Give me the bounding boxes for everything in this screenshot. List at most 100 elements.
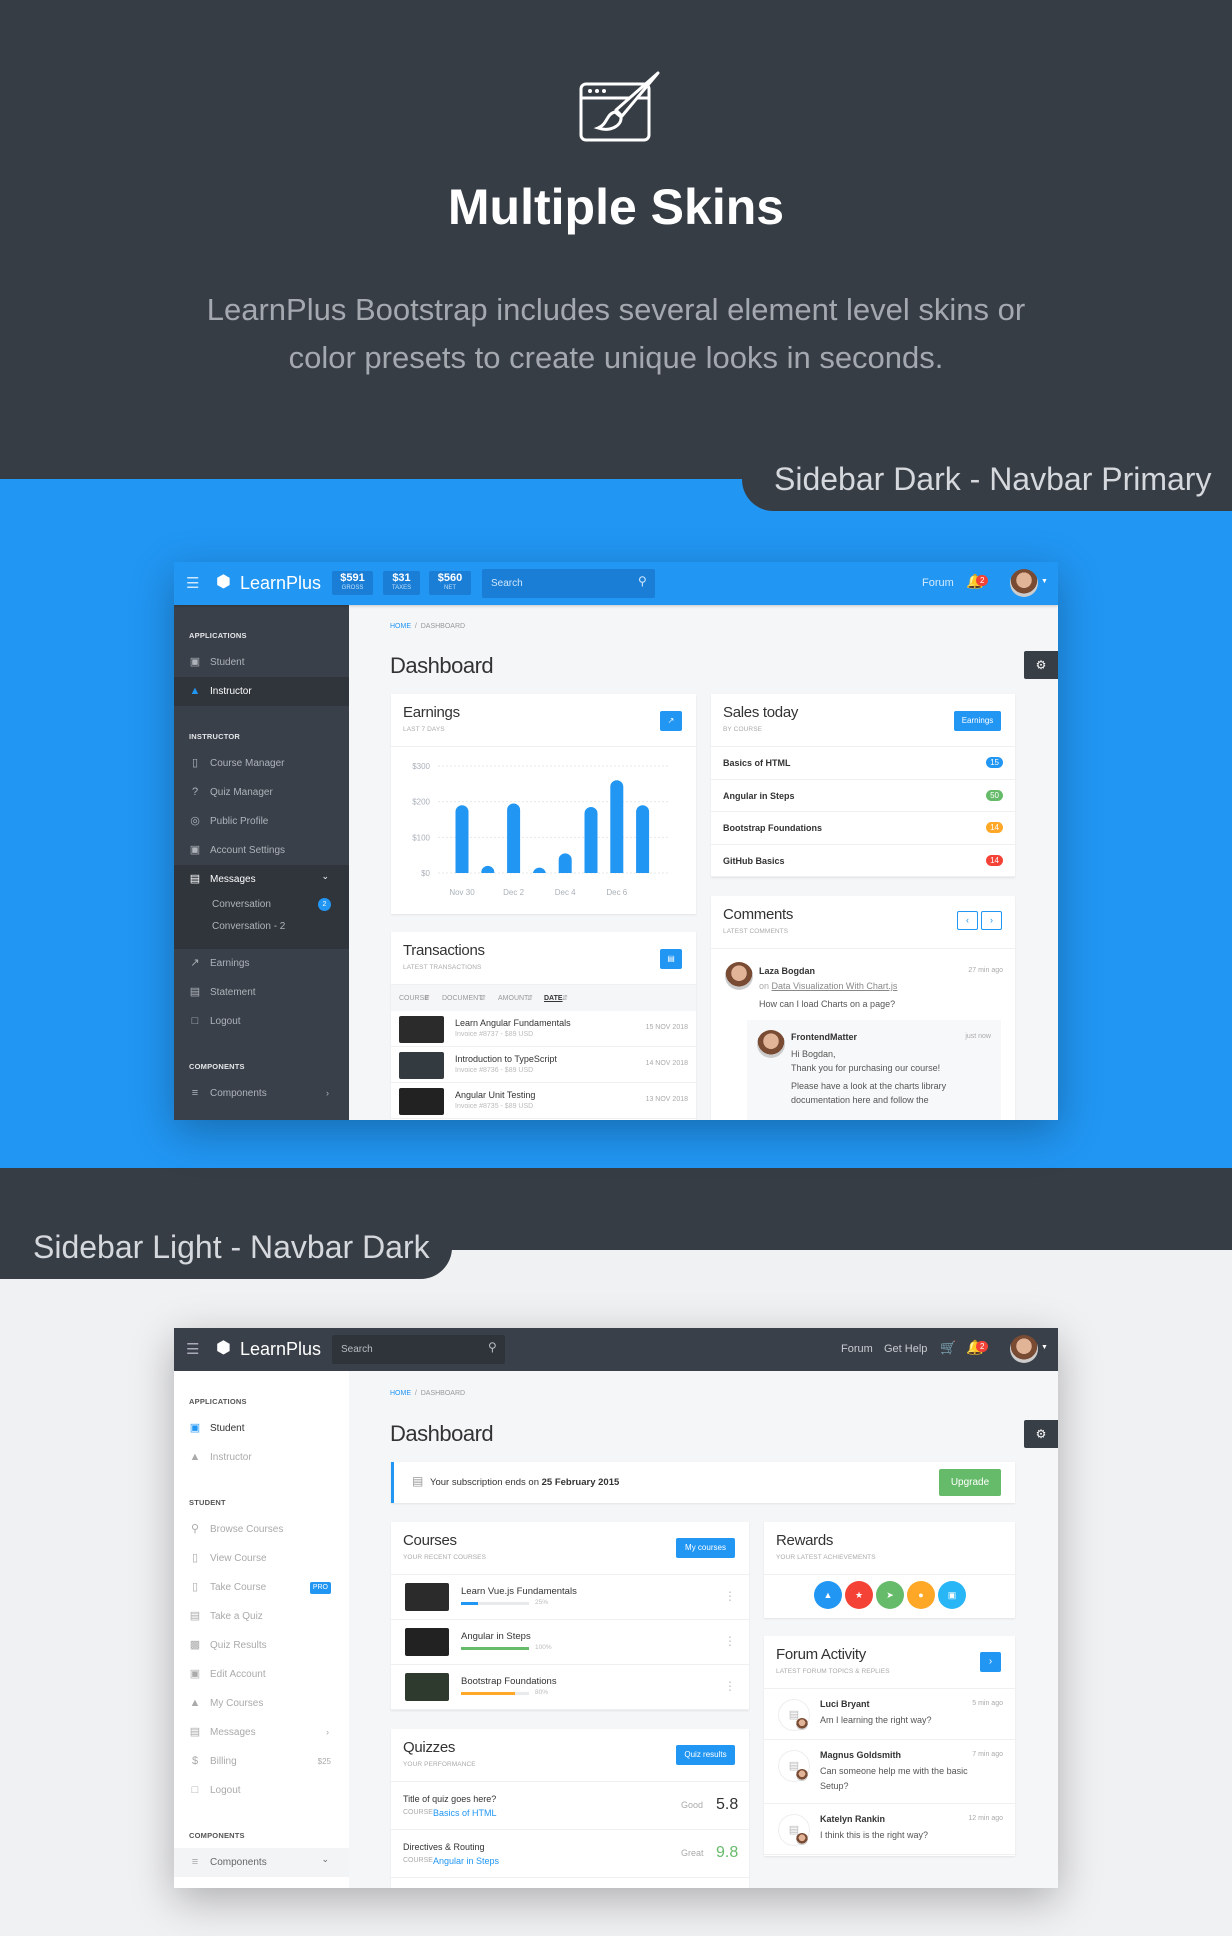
sidebar-item-student[interactable]: ▣ Student	[174, 648, 349, 677]
calendar-icon[interactable]: ▣	[938, 1581, 966, 1609]
sidebar-item-public-profile[interactable]: ◎ Public Profile	[174, 807, 349, 836]
more-vert-icon[interactable]: ⋮	[724, 1679, 736, 1693]
forum-author[interactable]: Katelyn Rankin	[820, 1814, 885, 1824]
sidebar-item-quiz-manager[interactable]: ? Quiz Manager	[174, 778, 349, 807]
quiz-course-link[interactable]: Angular in Steps	[433, 1856, 499, 1866]
sidebar-item-view-course[interactable]: ▯ View Course	[174, 1544, 349, 1573]
receipt-icon[interactable]: ▤	[660, 949, 682, 969]
forum-item[interactable]: ▤ Magnus Goldsmith 7 min ago Can someone he…	[764, 1740, 1015, 1804]
quiz-results-button[interactable]: Quiz results	[676, 1745, 735, 1765]
breadcrumb-home[interactable]: HOME	[390, 1390, 411, 1397]
sales-row[interactable]: Angular in Steps 50	[711, 780, 1015, 812]
brand-name[interactable]: LearnPlus	[240, 573, 321, 594]
menu-icon[interactable]: ☰	[186, 574, 199, 592]
star-icon[interactable]: ★	[845, 1581, 873, 1609]
sales-row[interactable]: GitHub Basics 14	[711, 845, 1015, 877]
transaction-row[interactable]: Introduction to TypeScript Invoice #8736 …	[391, 1047, 696, 1083]
transaction-row[interactable]: Learn Angular Fundamentals Invoice #8737 …	[391, 1011, 696, 1047]
quiz-row[interactable]: Title of quiz goes here? COURSE Basics of …	[391, 1782, 749, 1830]
more-vert-icon[interactable]: ⋮	[724, 1589, 736, 1603]
sidebar-item-billing[interactable]: $ Billing $25	[174, 1747, 349, 1776]
column-header-document[interactable]: DOCUMENT	[442, 995, 482, 1002]
sidebar-subitem[interactable]: Conversation - 2	[174, 916, 349, 938]
sidebar-item-statement[interactable]: ▤ Statement	[174, 978, 349, 1007]
settings-gear-button[interactable]: ⚙	[1024, 1420, 1058, 1448]
bar-dec-6[interactable]	[610, 780, 624, 873]
previous-button[interactable]: ‹	[957, 911, 978, 930]
more-vert-icon[interactable]: ⋮	[724, 1634, 736, 1648]
bar-dec-7[interactable]	[636, 805, 650, 873]
upgrade-button[interactable]: Upgrade	[939, 1469, 1001, 1496]
forum-author[interactable]: Magnus Goldsmith	[820, 1750, 901, 1760]
caret-down-icon[interactable]: ▼	[1041, 578, 1048, 585]
search-input[interactable]: Search	[482, 569, 655, 598]
forum-item[interactable]: ▤ Katelyn Rankin 12 min ago I think this is…	[764, 1804, 1015, 1855]
course-title[interactable]: Learn Vue.js Fundamentals	[461, 1586, 577, 1597]
bar-dec-1[interactable]	[481, 865, 495, 873]
quiz-course-link[interactable]: Basics of HTML	[433, 1808, 497, 1818]
sidebar-item-course-manager[interactable]: ▯ Course Manager	[174, 749, 349, 778]
course-row[interactable]: Bootstrap Foundations 80% ⋮	[391, 1665, 749, 1710]
search-icon[interactable]: ⚲	[488, 1340, 497, 1354]
column-header-amount[interactable]: AMOUNT	[498, 995, 528, 1002]
sidebar-item-logout[interactable]: □ Logout	[174, 1776, 349, 1805]
my-courses-button[interactable]: My courses	[676, 1538, 735, 1558]
sidebar-item-take-a-quiz[interactable]: ▤ Take a Quiz	[174, 1602, 349, 1631]
sales-row[interactable]: Bootstrap Foundations 14	[711, 812, 1015, 845]
sidebar-subitem[interactable]: Conversation 2	[174, 894, 349, 916]
sidebar-item-logout[interactable]: □ Logout	[174, 1007, 349, 1036]
nav-link-get-help[interactable]: Get Help	[884, 1343, 927, 1355]
avatar[interactable]	[1010, 569, 1038, 597]
brand-name[interactable]: LearnPlus	[240, 1339, 321, 1360]
bar-dec-5[interactable]	[584, 807, 598, 873]
comment-author[interactable]: Laza Bogdan	[759, 966, 815, 976]
sidebar-item-instructor[interactable]: ▲ Instructor	[174, 677, 349, 706]
course-title[interactable]: Angular Unit Testing	[455, 1090, 535, 1100]
sidebar-item-take-course[interactable]: ▯ Take Course PRO	[174, 1573, 349, 1602]
sidebar-item-student[interactable]: ▣ Student	[174, 1414, 349, 1443]
sidebar-item-instructor[interactable]: ▲ Instructor	[174, 1443, 349, 1472]
search-input[interactable]: Search	[332, 1335, 505, 1364]
sidebar-item-components[interactable]: ≡ Components ›	[174, 1079, 349, 1108]
caret-down-icon[interactable]: ▼	[1041, 1344, 1048, 1351]
course-title[interactable]: Angular in Steps	[461, 1631, 531, 1642]
course-title[interactable]: Learn Angular Fundamentals	[455, 1018, 571, 1028]
sidebar-item-edit-account[interactable]: ▣ Edit Account	[174, 1660, 349, 1689]
sidebar-item-messages[interactable]: ▤ Messages ⌄	[174, 865, 349, 894]
forum-next-button[interactable]: ›	[980, 1652, 1001, 1672]
menu-icon[interactable]: ☰	[186, 1340, 199, 1358]
nav-link-forum[interactable]: Forum	[841, 1343, 873, 1355]
sidebar-item-components[interactable]: ≡ Components ⌄	[174, 1848, 349, 1877]
sidebar-item-my-courses[interactable]: ▲ My Courses	[174, 1689, 349, 1718]
sidebar-item-account-settings[interactable]: ▣ Account Settings	[174, 836, 349, 865]
search-icon[interactable]: ⚲	[638, 574, 647, 588]
forum-item[interactable]: ▤ Luci Bryant 5 min ago Am I learning the r…	[764, 1689, 1015, 1740]
transaction-row[interactable]: Angular Unit Testing Invoice #8735 - $89 …	[391, 1083, 696, 1119]
bar-dec-4[interactable]	[558, 853, 572, 873]
sidebar-item-browse-courses[interactable]: ⚲ Browse Courses	[174, 1515, 349, 1544]
course-row[interactable]: Learn Vue.js Fundamentals 25% ⋮	[391, 1575, 749, 1620]
sales-row[interactable]: Basics of HTML 15	[711, 747, 1015, 780]
bar-nov-30[interactable]	[455, 805, 469, 873]
sidebar-item-earnings[interactable]: ↗ Earnings	[174, 949, 349, 978]
next-button[interactable]: ›	[981, 911, 1002, 930]
reply-author[interactable]: FrontendMatter	[791, 1032, 857, 1042]
course-row[interactable]: Angular in Steps 100% ⋮	[391, 1620, 749, 1665]
comment-topic-link[interactable]: Data Visualization With Chart.js	[772, 981, 898, 991]
rocket-icon[interactable]: ➤	[876, 1581, 904, 1609]
breadcrumb-home[interactable]: HOME	[390, 623, 411, 630]
column-header-date[interactable]: DATE	[544, 995, 563, 1002]
nav-link-forum[interactable]: Forum	[922, 577, 954, 589]
quiz-row[interactable]: Directives & Routing COURSE Angular in Ste…	[391, 1830, 749, 1878]
course-title[interactable]: Introduction to TypeScript	[455, 1054, 557, 1064]
thumb-up-icon[interactable]: ▲	[814, 1581, 842, 1609]
avatar[interactable]	[1010, 1335, 1038, 1363]
cart-icon[interactable]: 🛒	[940, 1340, 956, 1356]
earnings-button[interactable]: Earnings	[954, 711, 1001, 731]
bar-dec-2[interactable]	[507, 803, 521, 873]
mic-icon[interactable]: ●	[907, 1581, 935, 1609]
forum-author[interactable]: Luci Bryant	[820, 1699, 870, 1709]
course-title[interactable]: Bootstrap Foundations	[461, 1676, 557, 1687]
sidebar-item-messages[interactable]: ▤ Messages ›	[174, 1718, 349, 1747]
trending-up-icon[interactable]: ↗	[660, 711, 682, 731]
